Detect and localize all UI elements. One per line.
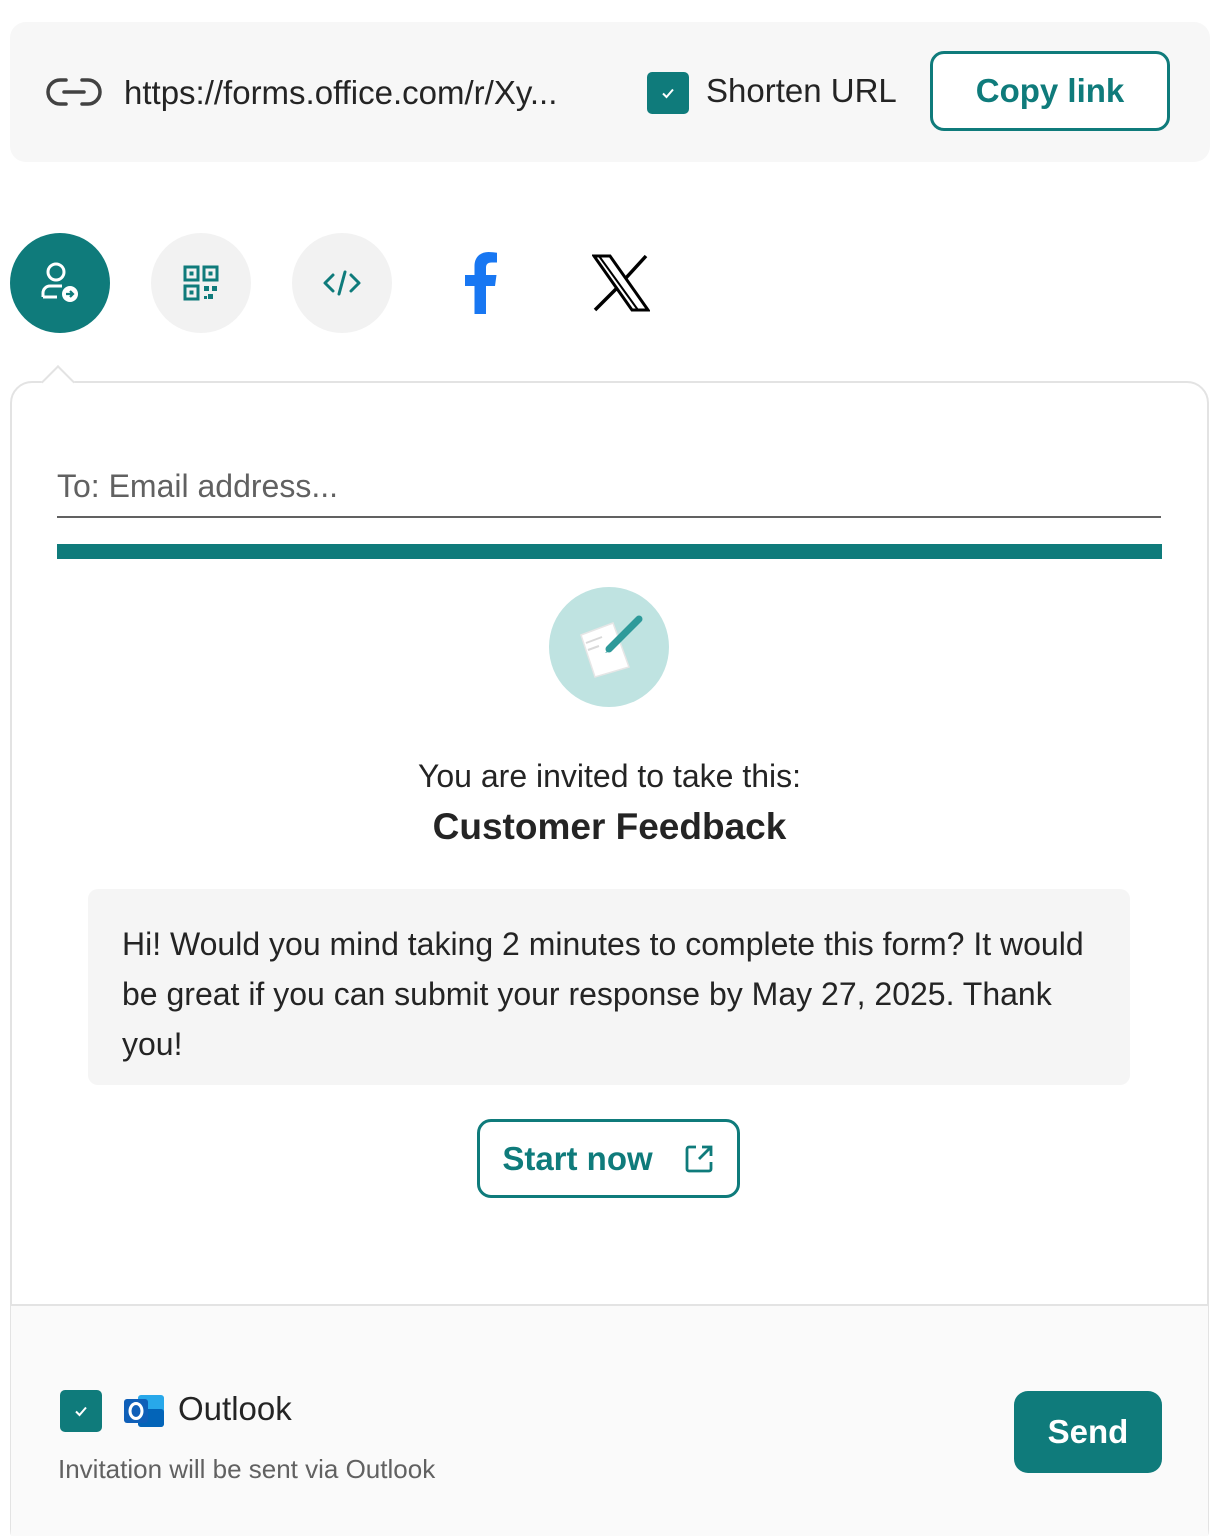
start-now-button[interactable]: Start now [477, 1119, 740, 1198]
outlook-icon [124, 1395, 164, 1427]
link-icon [46, 78, 102, 106]
share-facebook-button[interactable] [430, 233, 530, 333]
form-title: Customer Feedback [432, 806, 787, 847]
share-invite-button[interactable] [10, 233, 110, 333]
open-external-icon [685, 1145, 713, 1172]
x-icon [592, 254, 650, 312]
outlook-checkbox[interactable] [60, 1390, 102, 1432]
form-url-text[interactable]: https://forms.office.com/r/Xy... [124, 74, 604, 112]
shorten-url-label[interactable]: Shorten URL [706, 72, 897, 110]
facebook-icon [465, 252, 497, 314]
checkmark-icon [75, 1406, 87, 1417]
outlook-label[interactable]: Outlook [178, 1390, 292, 1428]
qr-code-icon [183, 265, 219, 301]
share-x-button[interactable] [571, 233, 671, 333]
form-icon [549, 587, 669, 707]
invite-text: You are invited to take this: [417, 758, 802, 794]
form-pencil-icon [580, 615, 643, 678]
shorten-url-checkbox[interactable] [647, 72, 689, 114]
copy-link-button[interactable]: Copy link [930, 51, 1170, 131]
email-accent-bar [57, 544, 1162, 559]
start-now-label: Start now [502, 1139, 653, 1177]
checkmark-icon [662, 88, 674, 99]
embed-code-icon [323, 270, 361, 296]
invite-message[interactable]: Hi! Would you mind taking 2 minutes to c… [88, 889, 1130, 1085]
invite-person-icon [41, 262, 78, 302]
share-embed-button[interactable] [292, 233, 392, 333]
email-address-input[interactable] [57, 456, 1161, 518]
outlook-hint-text: Invitation will be sent via Outlook [58, 1454, 436, 1484]
share-qr-button[interactable] [151, 233, 251, 333]
send-button[interactable]: Send [1014, 1391, 1162, 1473]
